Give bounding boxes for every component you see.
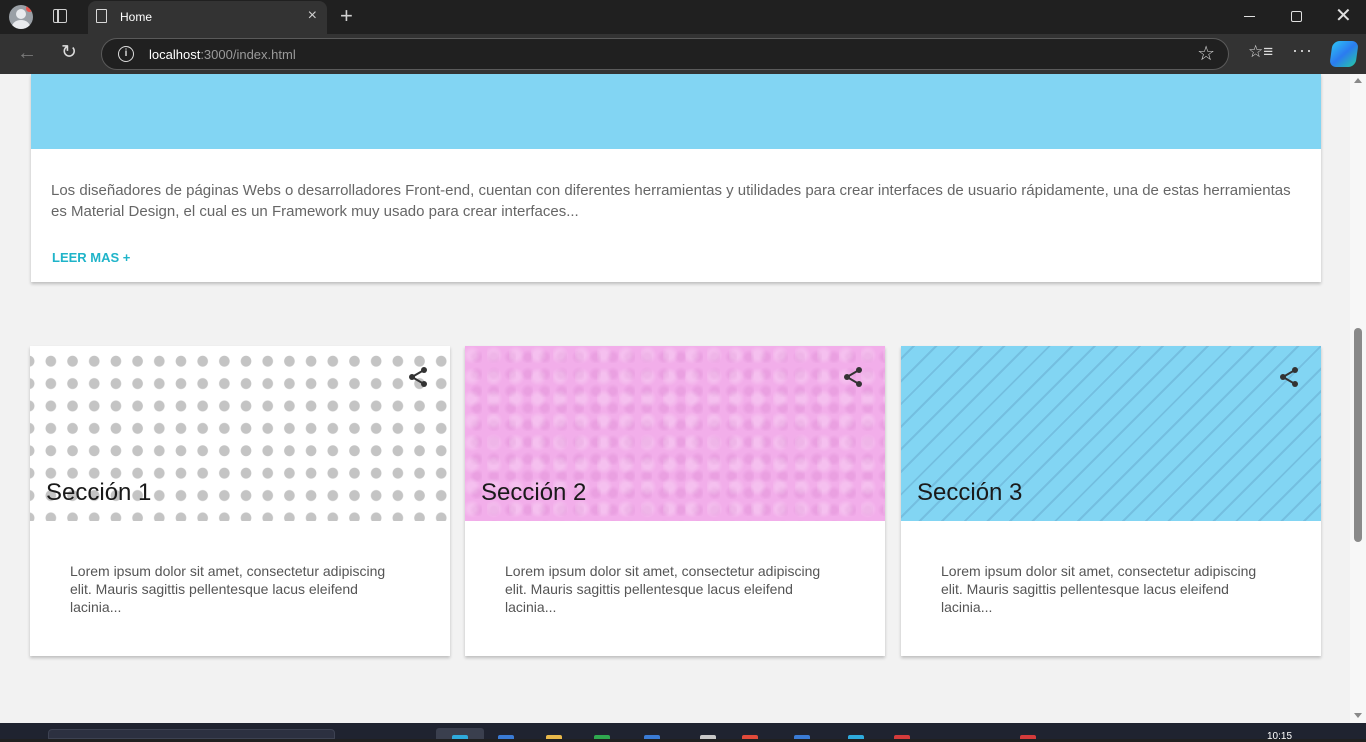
more-menu-icon[interactable]: ··· [1292,40,1313,61]
taskbar-app-icon[interactable] [498,735,514,739]
scroll-thumb[interactable] [1354,328,1362,542]
page-icon [96,9,107,23]
card-title-1: Sección 1 [46,479,152,506]
os-taskbar: 10:15 [0,723,1366,742]
share-icon[interactable] [841,365,865,389]
minimize-button[interactable] [1244,16,1255,18]
card-body-3: Lorem ipsum dolor sit amet, consectetur … [941,563,1257,615]
section-card-3: Sección 3 Lorem ipsum dolor sit amet, co… [901,346,1321,656]
tab-actions-icon[interactable] [53,9,67,23]
card-title-2: Sección 2 [481,479,587,506]
favorites-icon[interactable]: ☆≡ [1248,42,1273,62]
taskbar-clock[interactable]: 10:15 [1267,731,1292,742]
taskbar-app-icon[interactable] [848,735,864,739]
reload-button[interactable]: ↻ [61,41,77,65]
intro-card-hero [31,74,1321,149]
card-body-1: Lorem ipsum dolor sit amet, consectetur … [70,563,386,615]
scroll-up-arrow-icon[interactable] [1354,78,1362,83]
taskbar-app-icon[interactable] [1020,735,1036,739]
address-bar[interactable]: i localhost:3000/index.html ☆ [101,38,1229,70]
section-card-1: Sección 1 Lorem ipsum dolor sit amet, co… [30,346,450,656]
url-path: :3000/index.html [200,47,296,62]
back-button[interactable]: ← [17,40,37,66]
taskbar-app-icon[interactable] [594,735,610,739]
taskbar-app-icon[interactable] [742,735,758,739]
profile-avatar-icon[interactable] [9,5,33,29]
tab-strip: Home × + ✕ [0,0,1366,34]
taskbar-app-icon[interactable] [794,735,810,739]
url-text[interactable]: localhost:3000/index.html [149,47,296,62]
read-more-link[interactable]: LEER MAS + [52,250,130,265]
share-icon[interactable] [1277,365,1301,389]
intro-card: Los diseñadores de páginas Webs o desarr… [31,74,1321,282]
tab-home[interactable]: Home × [88,1,327,34]
taskbar-app-icon[interactable] [700,735,716,739]
favorite-star-icon[interactable]: ☆ [1197,42,1215,66]
copilot-icon[interactable] [1329,41,1359,67]
tab-title: Home [120,10,153,24]
restore-button[interactable] [1291,11,1302,22]
intro-card-text: Los diseñadores de páginas Webs o desarr… [51,182,1291,220]
card-title-3: Sección 3 [917,479,1023,506]
site-info-icon[interactable]: i [118,46,134,62]
taskbar-search[interactable] [48,729,335,739]
taskbar-app-icon[interactable] [452,735,468,739]
taskbar-app-icon[interactable] [644,735,660,739]
url-host: localhost [149,47,201,62]
browser-toolbar: ← ↻ i localhost:3000/index.html ☆ ☆≡ ··· [0,34,1366,74]
page-viewport: Los diseñadores de páginas Webs o desarr… [0,74,1350,723]
tab-close-icon[interactable]: × [308,7,317,25]
page-scrollbar[interactable] [1350,74,1366,723]
taskbar-app-icon[interactable] [894,735,910,739]
share-icon[interactable] [406,365,430,389]
taskbar-app-icon[interactable] [546,735,562,739]
card-body-2: Lorem ipsum dolor sit amet, consectetur … [505,563,821,615]
section-card-2: Sección 2 Lorem ipsum dolor sit amet, co… [465,346,885,656]
close-window-button[interactable]: ✕ [1335,4,1352,28]
scroll-down-arrow-icon[interactable] [1354,713,1362,718]
new-tab-button[interactable]: + [340,4,353,28]
